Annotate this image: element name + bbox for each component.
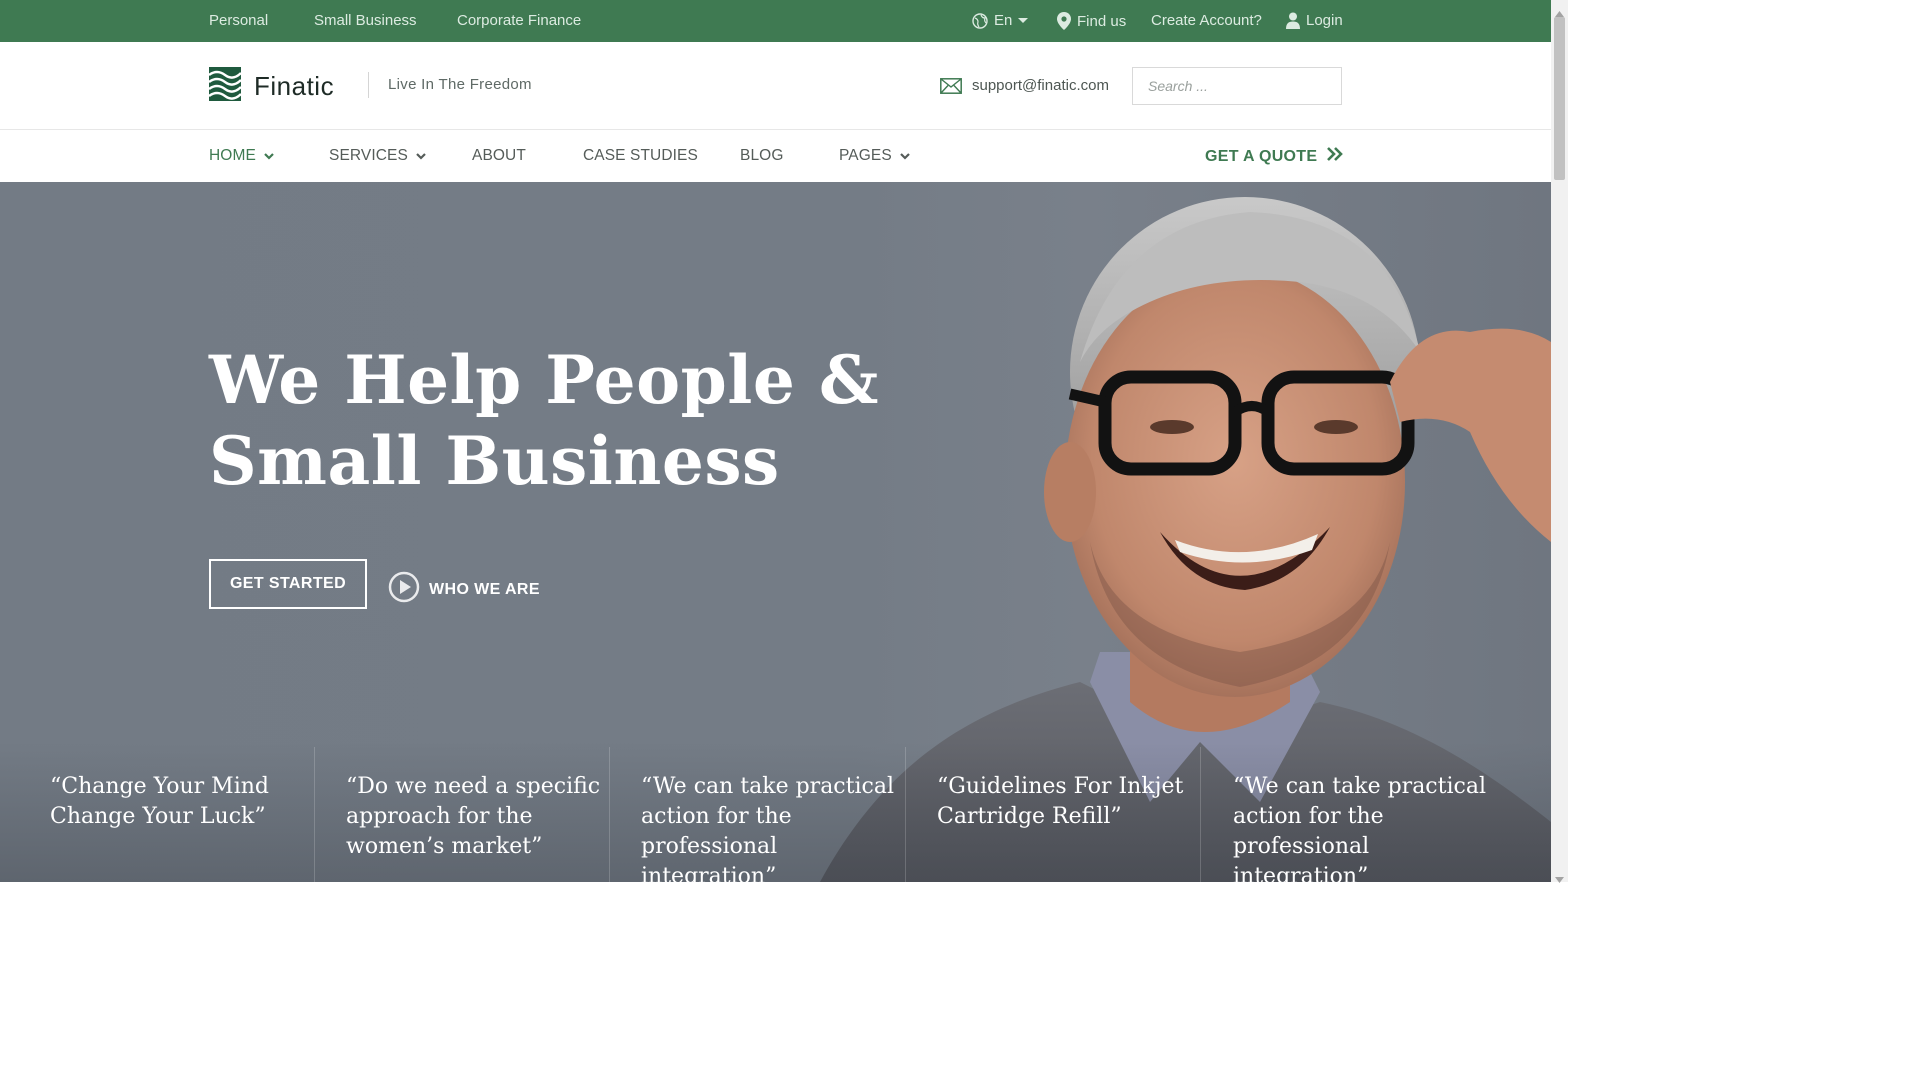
- nav-item-label: SERVICES: [329, 147, 408, 164]
- header-divider: [368, 72, 369, 98]
- who-we-are-link[interactable]: WHO WE ARE: [388, 571, 540, 608]
- nav-item-pages[interactable]: PAGES: [839, 147, 910, 165]
- globe-icon: [972, 12, 988, 29]
- chevron-down-icon: [264, 147, 274, 165]
- logo-icon: [208, 67, 242, 106]
- quote-line: Change Your Luck”: [50, 804, 266, 829]
- page-scrollbar[interactable]: [1551, 0, 1568, 883]
- nav-item-label: HOME: [209, 147, 256, 164]
- quote-card-3[interactable]: “We can take practical action for the pr…: [641, 772, 911, 882]
- quote-line: integration”: [641, 864, 777, 882]
- top-link-corporate-finance[interactable]: Corporate Finance: [457, 12, 581, 29]
- site-header: Finatic Live In The Freedom support@fina…: [0, 42, 1551, 130]
- quote-line: “Guidelines For Inkjet: [937, 774, 1184, 799]
- play-circle-icon: [388, 571, 420, 608]
- hero-title: We Help People & Small Business: [209, 340, 879, 502]
- quote-line: action for the: [641, 804, 792, 829]
- main-nav: HOME SERVICES ABOUT CASE STUDIES BLOG PA…: [0, 131, 1551, 182]
- map-pin-icon: [1057, 12, 1071, 30]
- top-link-small-business[interactable]: Small Business: [314, 12, 417, 29]
- quote-line: Cartridge Refill”: [937, 804, 1122, 829]
- hero-section: We Help People & Small Business GET STAR…: [0, 182, 1551, 882]
- chevron-down-icon: [416, 147, 426, 165]
- tagline: Live In The Freedom: [388, 76, 532, 93]
- nav-item-label: CASE STUDIES: [583, 147, 698, 164]
- login-label: Login: [1306, 12, 1343, 29]
- quote-line: “Change Your Mind: [50, 774, 269, 799]
- envelope-icon: [940, 78, 962, 99]
- caret-down-icon: [1018, 17, 1029, 24]
- nav-item-label: BLOG: [740, 147, 784, 164]
- brand-name: Finatic: [254, 71, 335, 101]
- hero-title-line-1: We Help People &: [209, 341, 879, 419]
- user-icon: [1286, 12, 1300, 29]
- who-we-are-label: WHO WE ARE: [429, 580, 540, 598]
- quote-line: “Do we need a specific: [346, 774, 601, 799]
- language-selector[interactable]: En: [972, 12, 1029, 29]
- find-us-link[interactable]: Find us: [1057, 12, 1126, 30]
- quote-line: professional: [641, 834, 778, 859]
- search-input[interactable]: [1132, 67, 1342, 105]
- quote-card-5[interactable]: “We can take practical action for the pr…: [1233, 772, 1503, 882]
- double-chevron-right-icon: [1327, 147, 1344, 166]
- support-email-link[interactable]: support@finatic.com: [972, 77, 1109, 94]
- nav-item-label: PAGES: [839, 147, 892, 164]
- nav-item-label: ABOUT: [472, 147, 526, 164]
- brand-logo[interactable]: Finatic: [208, 67, 335, 106]
- get-a-quote-button[interactable]: GET A QUOTE: [1205, 147, 1344, 166]
- scroll-down-arrow-icon[interactable]: [1555, 870, 1564, 888]
- language-label: En: [994, 12, 1013, 29]
- chevron-down-icon: [899, 147, 910, 165]
- nav-item-about[interactable]: ABOUT: [472, 147, 526, 165]
- find-us-label: Find us: [1077, 12, 1127, 30]
- quote-line: approach for the: [346, 804, 533, 829]
- hero-title-line-2: Small Business: [209, 422, 780, 500]
- nav-item-blog[interactable]: BLOG: [740, 147, 783, 165]
- nav-item-case-studies[interactable]: CASE STUDIES: [583, 147, 698, 165]
- scrollbar-thumb[interactable]: [1554, 17, 1565, 180]
- quote-card-4[interactable]: “Guidelines For Inkjet Cartridge Refill”: [937, 772, 1207, 832]
- get-started-button[interactable]: GET STARTED: [209, 559, 367, 609]
- quote-line: “We can take practical: [641, 774, 894, 799]
- top-link-personal[interactable]: Personal: [209, 12, 268, 29]
- nav-item-home[interactable]: HOME: [209, 147, 274, 165]
- quote-line: integration”: [1233, 864, 1369, 882]
- quote-card-1[interactable]: “Change Your Mind Change Your Luck”: [50, 772, 320, 832]
- quote-line: professional: [1233, 834, 1370, 859]
- quote-card-2[interactable]: “Do we need a specific approach for the …: [346, 772, 616, 862]
- quote-line: “We can take practical: [1233, 774, 1486, 799]
- get-a-quote-label: GET A QUOTE: [1205, 147, 1318, 165]
- quote-line: action for the: [1233, 804, 1384, 829]
- top-bar: Personal Small Business Corporate Financ…: [0, 0, 1551, 42]
- login-link[interactable]: Login: [1286, 12, 1343, 29]
- nav-item-services[interactable]: SERVICES: [329, 147, 426, 165]
- create-account-link[interactable]: Create Account?: [1151, 12, 1262, 29]
- quote-line: women’s market”: [346, 834, 543, 859]
